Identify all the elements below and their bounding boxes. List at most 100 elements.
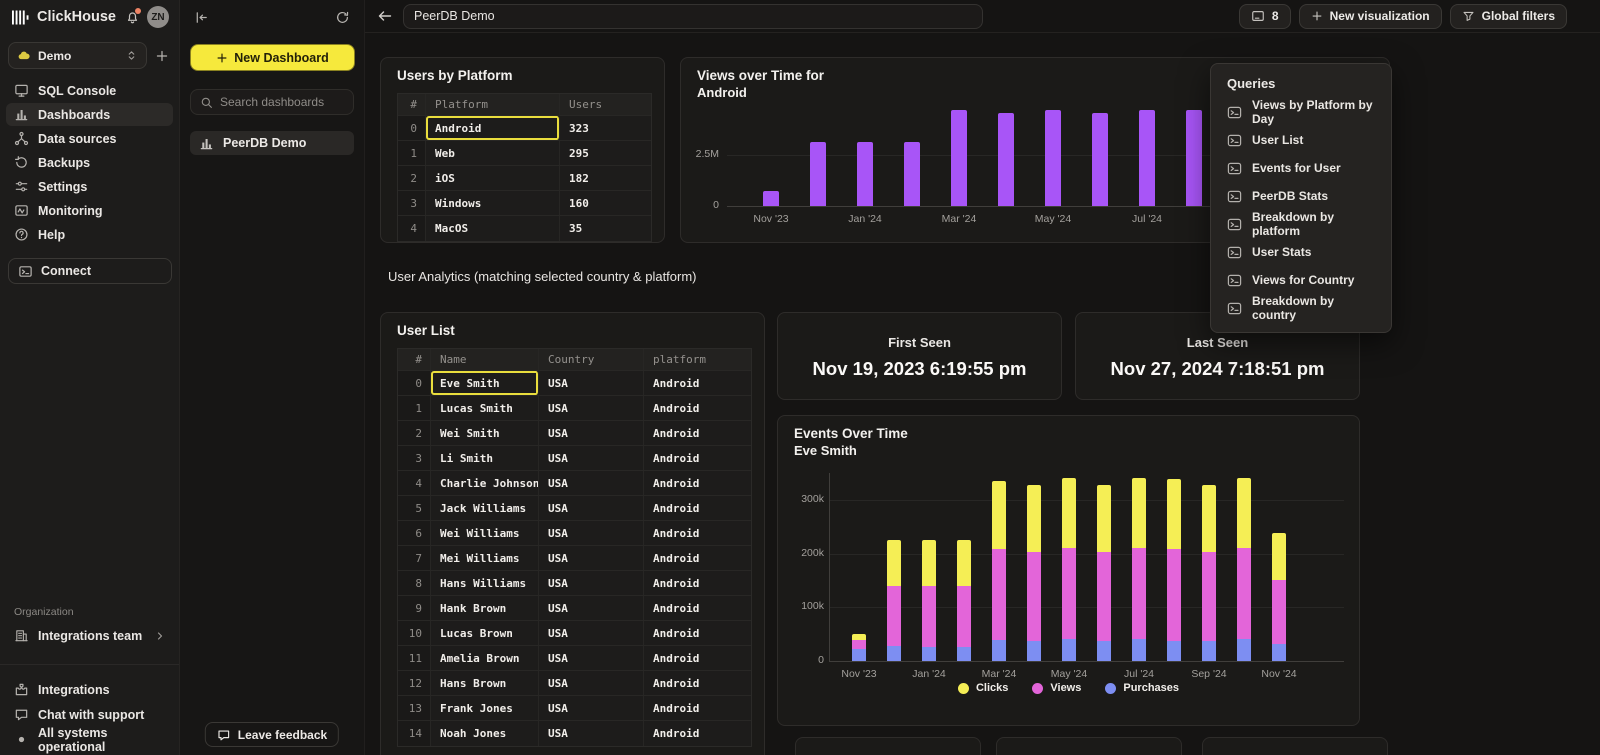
new-dashboard-button[interactable]: New Dashboard [190, 44, 355, 71]
sidebar-item-backups[interactable]: Backups [6, 151, 173, 174]
x-axis-label: Jul '24 [1115, 213, 1179, 225]
dashboard-title-input[interactable] [403, 4, 983, 29]
sidebar-item-integrations-team[interactable]: Integrations team [6, 624, 174, 647]
query-item-views-by-platform-by-day[interactable]: Views by Platform by Day [1211, 98, 1391, 126]
new-visualization-label: New visualization [1330, 9, 1430, 23]
table-row[interactable]: 12Hans BrownUSAAndroid [398, 671, 751, 696]
bar-segment-clicks [1097, 485, 1111, 552]
bar-segment-clicks [1167, 479, 1181, 549]
table-row[interactable]: 2Wei SmithUSAAndroid [398, 421, 751, 446]
query-item-user-stats[interactable]: User Stats [1211, 238, 1391, 266]
table-cell: 10 [398, 621, 431, 645]
table-cell: Android [644, 371, 751, 395]
table-cell: Android [644, 396, 751, 420]
sidebar-item-label: Chat with support [38, 708, 144, 722]
sidebar-item-settings[interactable]: Settings [6, 175, 173, 198]
bar-segment-clicks [1062, 478, 1076, 548]
sidebar-item-dashboards[interactable]: Dashboards [6, 103, 173, 126]
global-filters-button[interactable]: Global filters [1450, 4, 1567, 29]
sidebar-item-data-sources[interactable]: Data sources [6, 127, 173, 150]
sidebar-item-monitoring[interactable]: Monitoring [6, 199, 173, 222]
table-row[interactable]: 5Jack WilliamsUSAAndroid [398, 496, 751, 521]
clickhouse-logo-icon[interactable] [12, 10, 30, 25]
table-row[interactable]: 8Hans WilliamsUSAAndroid [398, 571, 751, 596]
new-visualization-button[interactable]: New visualization [1299, 4, 1442, 29]
notifications-bell-icon[interactable] [125, 10, 140, 25]
table-row[interactable]: 6Wei WilliamsUSAAndroid [398, 521, 751, 546]
search-dashboards-box[interactable] [190, 89, 354, 115]
bar [904, 142, 920, 206]
query-item-breakdown-by-platform[interactable]: Breakdown by platform [1211, 210, 1391, 238]
table-cell: Hank Brown [431, 596, 539, 620]
sidebar-item-system-status[interactable]: All systems operational [6, 728, 173, 751]
table-row[interactable]: 0Eve SmithUSAAndroid [398, 371, 751, 396]
collapse-panel-icon[interactable] [194, 10, 209, 25]
queries-count-button[interactable]: 8 [1239, 4, 1291, 29]
table-cell: USA [539, 571, 644, 595]
table-row[interactable]: 13Frank JonesUSAAndroid [398, 696, 751, 721]
sidebar-item-help[interactable]: Help [6, 223, 173, 246]
dashboard-list-item[interactable]: PeerDB Demo [190, 131, 354, 155]
y-axis-label: 200k [778, 547, 824, 559]
query-item-peerdb-stats[interactable]: PeerDB Stats [1211, 182, 1391, 210]
bar-segment-views [1132, 548, 1146, 640]
table-row[interactable]: 1Web295 [398, 141, 651, 166]
query-item-label: PeerDB Stats [1252, 189, 1328, 203]
table-row[interactable]: 9Hank BrownUSAAndroid [398, 596, 751, 621]
search-dashboards-input[interactable] [220, 95, 344, 109]
table-row[interactable]: 14Noah JonesUSAAndroid [398, 721, 751, 746]
bar [763, 191, 779, 206]
bar-segment-views [1027, 552, 1041, 641]
legend-dot [1032, 683, 1043, 694]
query-item-label: Breakdown by country [1252, 294, 1375, 322]
stacked-bar [922, 540, 936, 661]
stacked-bar [1202, 485, 1216, 661]
table-row[interactable]: 3Windows160 [398, 191, 651, 216]
sidebar-item-integrations[interactable]: Integrations [6, 678, 173, 701]
table-row[interactable]: 1Lucas SmithUSAAndroid [398, 396, 751, 421]
query-item-events-for-user[interactable]: Events for User [1211, 154, 1391, 182]
table-header-cell: Platform [426, 94, 560, 115]
puzzle-icon [14, 682, 29, 697]
service-selector[interactable]: Demo [8, 42, 147, 69]
leave-feedback-button[interactable]: Leave feedback [205, 722, 339, 747]
events-chart-plot: 0100k200k300kNov '23Jan '24Mar '24May '2… [778, 416, 1359, 725]
table-cell: USA [539, 671, 644, 695]
x-axis-label: Jul '24 [1107, 668, 1171, 680]
partial-panel [795, 737, 981, 755]
bar [1186, 110, 1202, 206]
add-service-button[interactable] [155, 49, 169, 63]
legend-label: Views [1050, 682, 1081, 694]
connect-button[interactable]: Connect [8, 258, 172, 284]
table-row[interactable]: 10Lucas BrownUSAAndroid [398, 621, 751, 646]
bar-segment-purchases [1202, 641, 1216, 661]
query-item-breakdown-by-country[interactable]: Breakdown by country [1211, 294, 1391, 322]
stacked-bar [1237, 478, 1251, 661]
table-row[interactable]: 11Amelia BrownUSAAndroid [398, 646, 751, 671]
sidebar-item-sql-console[interactable]: SQL Console [6, 79, 173, 102]
monitoring-icon [14, 203, 29, 218]
table-row[interactable]: 4MacOS35 [398, 216, 651, 241]
table-row[interactable]: 3Li SmithUSAAndroid [398, 446, 751, 471]
back-button[interactable] [377, 8, 393, 24]
y-axis-label: 2.5M [681, 148, 719, 160]
table-row[interactable]: 0Android323 [398, 116, 651, 141]
backups-icon [14, 155, 29, 170]
sidebar-item-chat-with-support[interactable]: Chat with support [6, 703, 173, 726]
bar [998, 113, 1014, 206]
table-row[interactable]: 2iOS182 [398, 166, 651, 191]
x-axis-label: Nov '23 [739, 213, 803, 225]
user-avatar[interactable]: ZN [147, 6, 169, 28]
table-row[interactable]: 4Charlie JohnsonUSAAndroid [398, 471, 751, 496]
bar-segment-views [1272, 580, 1286, 644]
table-cell: Android [644, 696, 751, 720]
refresh-icon[interactable] [335, 10, 350, 25]
team-label: Integrations team [38, 629, 142, 643]
bar [857, 142, 873, 206]
table-row[interactable]: 7Mei WilliamsUSAAndroid [398, 546, 751, 571]
chat-icon [14, 707, 29, 722]
query-item-views-for-country[interactable]: Views for Country [1211, 266, 1391, 294]
table-cell: USA [539, 646, 644, 670]
stacked-bar [1272, 533, 1286, 661]
query-item-user-list[interactable]: User List [1211, 126, 1391, 154]
